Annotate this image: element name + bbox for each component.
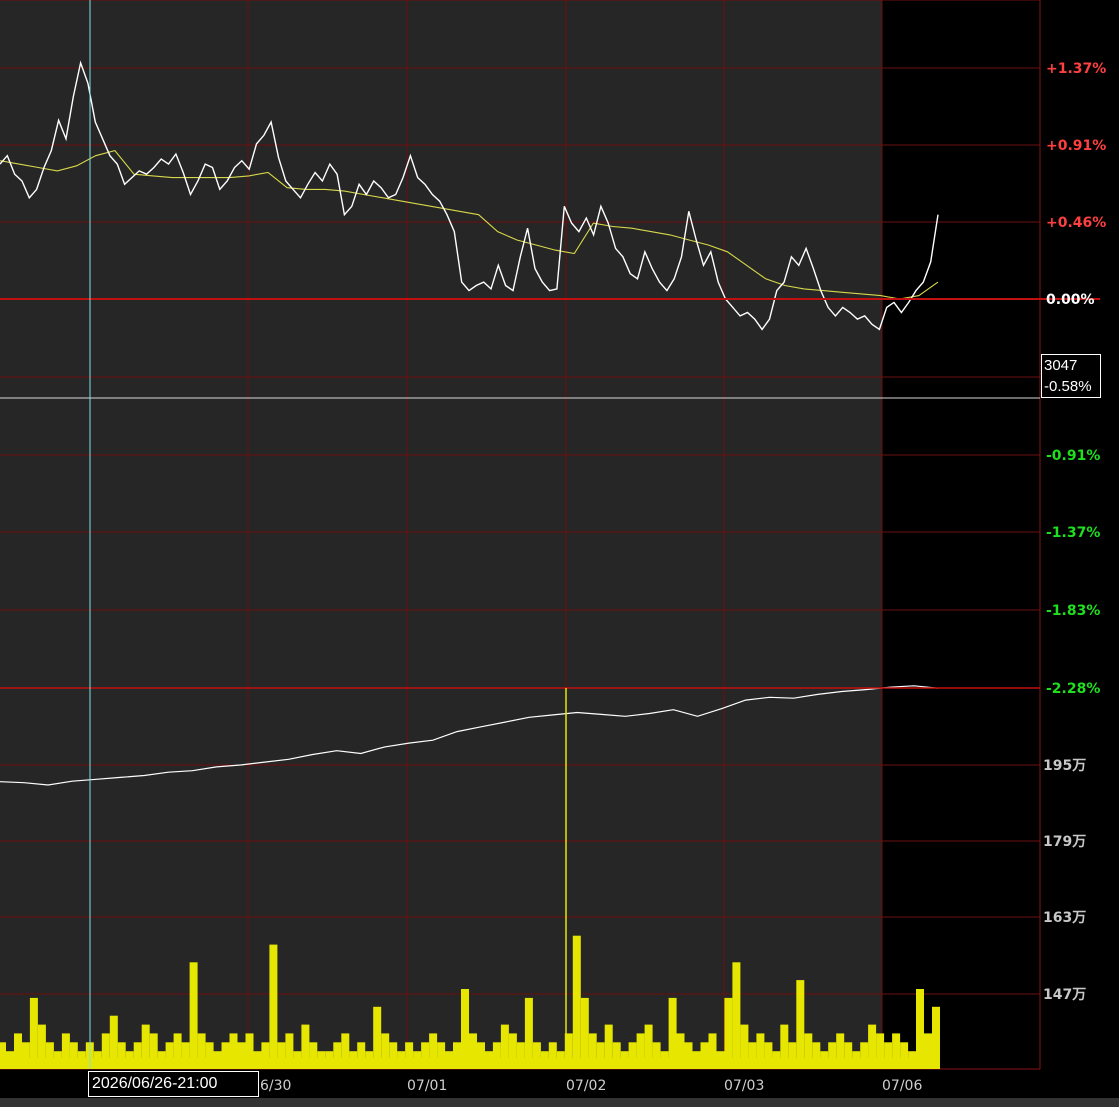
price-axis-label: -0.91% bbox=[1046, 448, 1100, 464]
volume-axis-label: 195万 bbox=[1043, 758, 1086, 774]
volume-bar bbox=[461, 989, 469, 1069]
crosshair-value: 3047 bbox=[1044, 357, 1078, 374]
volume-axis-label: 147万 bbox=[1043, 987, 1086, 1003]
volume-base bbox=[0, 1058, 938, 1069]
price-axis-label: +0.91% bbox=[1046, 138, 1106, 154]
volume-axis-label: 179万 bbox=[1043, 834, 1086, 850]
price-axis-label: +0.46% bbox=[1046, 215, 1106, 231]
date-tick-label: 07/02 bbox=[566, 1078, 606, 1094]
crosshair-percent: -0.58% bbox=[1044, 378, 1092, 395]
price-axis-label: -1.37% bbox=[1046, 525, 1100, 541]
price-axis-label: -1.83% bbox=[1046, 603, 1100, 619]
price-axis-label: 0.00% bbox=[1046, 292, 1095, 308]
volume-bar bbox=[916, 989, 924, 1069]
cursor-date-label: 2026/06/26-21:00 bbox=[88, 1071, 259, 1097]
volume-axis-label: 163万 bbox=[1043, 910, 1086, 926]
volume-bar bbox=[269, 944, 278, 1069]
date-tick-label: 07/03 bbox=[724, 1078, 764, 1094]
date-tick-label: 07/06 bbox=[882, 1078, 922, 1094]
volume-bar bbox=[732, 962, 741, 1069]
price-axis-label: -2.28% bbox=[1046, 681, 1100, 697]
price-axis-label: +1.37% bbox=[1046, 61, 1106, 77]
volume-bar bbox=[572, 935, 581, 1069]
crosshair-readout: 3047 -0.58% bbox=[1041, 354, 1101, 398]
date-tick-label: 07/01 bbox=[407, 1078, 447, 1094]
date-tick-label: 6/30 bbox=[260, 1078, 291, 1094]
history-shaded-region bbox=[0, 0, 882, 1069]
volume-bar bbox=[189, 962, 198, 1069]
volume-bar bbox=[796, 980, 805, 1069]
scrollbar-track bbox=[0, 1098, 1119, 1107]
chart-canvas[interactable]: +1.37% +0.91% +0.46% 0.00% -0.91% -1.37% -1.83… bbox=[0, 0, 1119, 1107]
